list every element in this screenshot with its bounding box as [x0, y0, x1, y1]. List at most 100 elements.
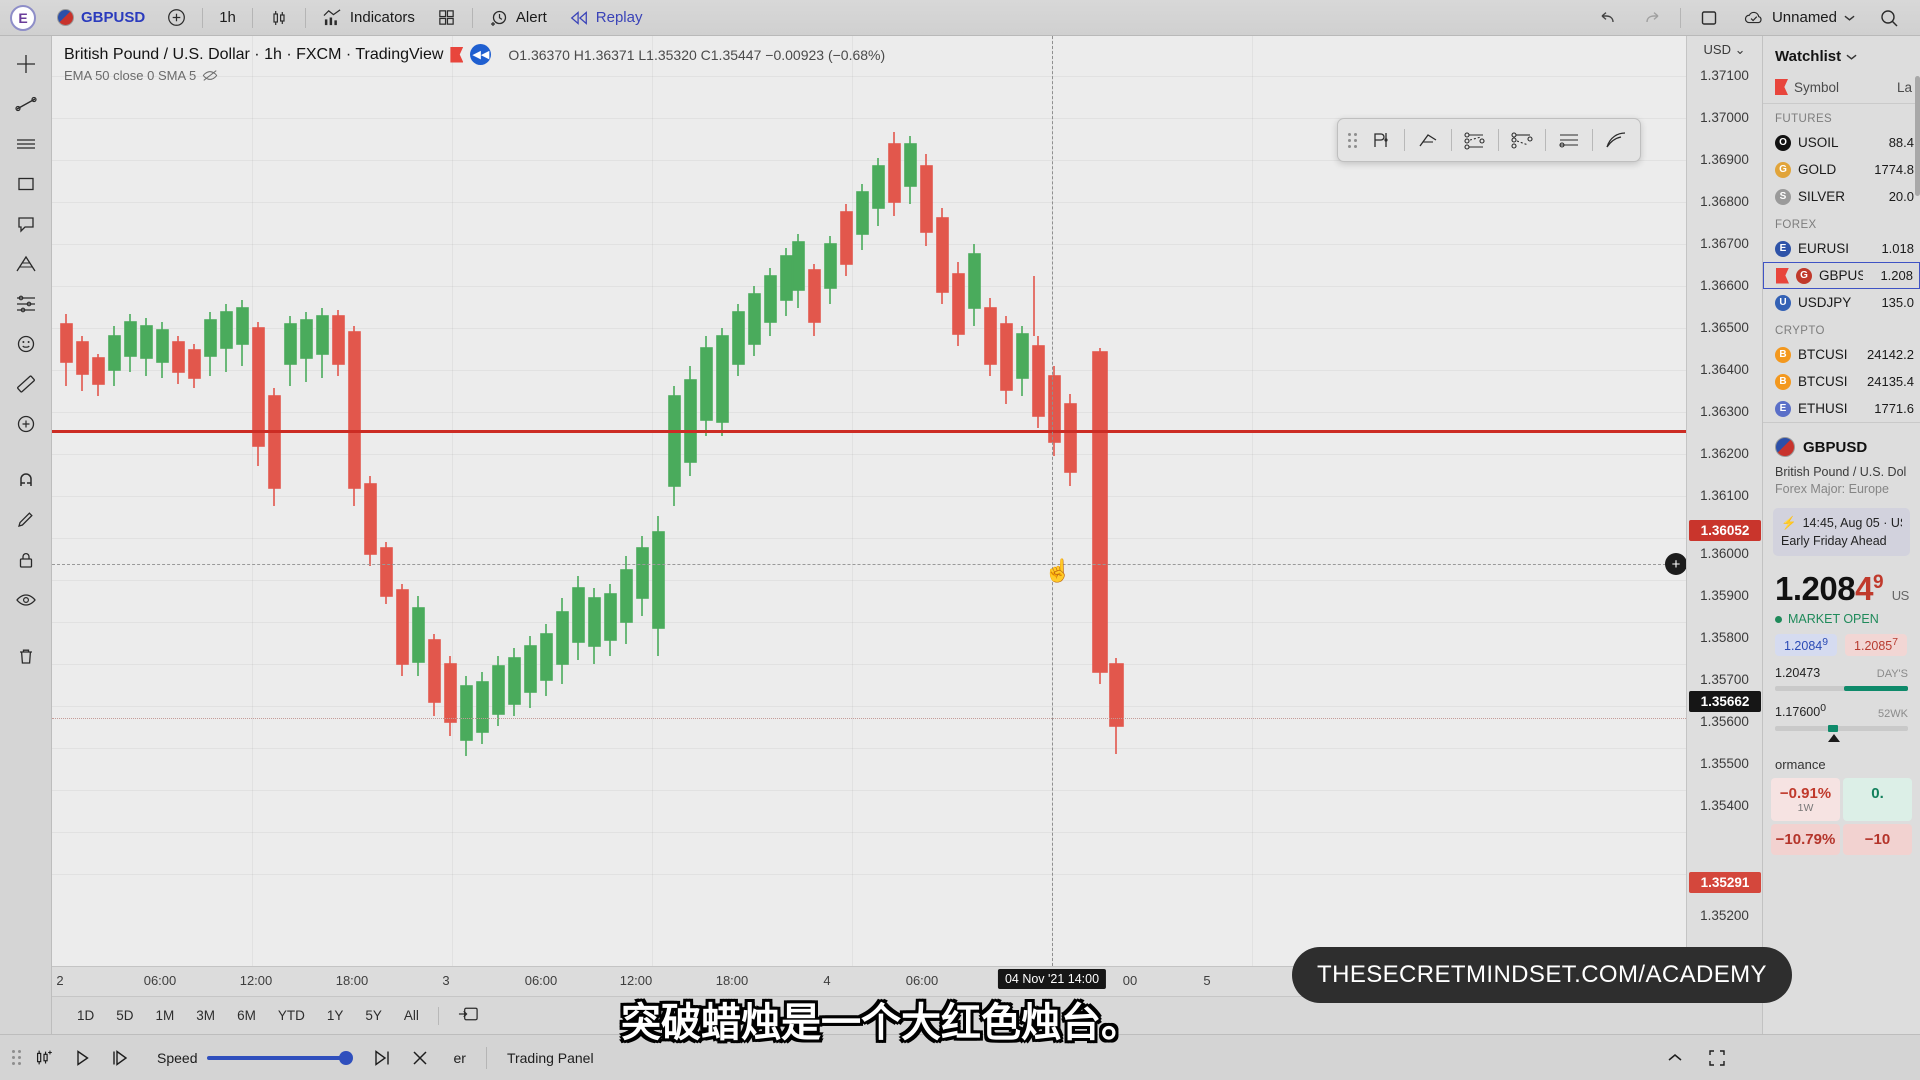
- user-avatar[interactable]: E: [10, 4, 36, 31]
- price-axis[interactable]: USD ⌄ 1.37100 1.37000 1.36900 1.36800 1.…: [1686, 36, 1762, 966]
- close-icon: [413, 1050, 428, 1065]
- cyclic-lines-tool[interactable]: [1551, 123, 1587, 157]
- days-range-bar: [1775, 686, 1908, 692]
- layout-name-button[interactable]: Unnamed: [1732, 3, 1866, 33]
- zoom-tool[interactable]: [6, 406, 46, 442]
- last-price: 88.4: [1888, 135, 1914, 150]
- lock-tool[interactable]: [6, 542, 46, 578]
- interval-button[interactable]: 1h: [208, 3, 247, 33]
- price-axis-currency[interactable]: USD ⌄: [1687, 42, 1762, 58]
- anchored-note-tool[interactable]: [1363, 123, 1399, 157]
- watchlist-title: Watchlist: [1775, 48, 1842, 65]
- perf-cell[interactable]: −0.91% 1W: [1771, 777, 1840, 821]
- last-price: 1.018: [1881, 241, 1914, 256]
- speed-slider-knob[interactable]: [339, 1050, 354, 1065]
- time-label: 00: [1122, 973, 1138, 988]
- remove-drawings-tool[interactable]: [6, 638, 46, 674]
- trailing-tab-label[interactable]: er: [439, 1050, 479, 1066]
- speed-slider[interactable]: [207, 1050, 354, 1065]
- watchlist-row-eurusd[interactable]: E EURUSI 1.018: [1763, 235, 1920, 262]
- hide-drawings-tool[interactable]: [6, 582, 46, 618]
- right-sidebar: Watchlist Symbol La FUTURES O USOIL 88.4…: [1762, 36, 1920, 1034]
- measure-tool[interactable]: [6, 366, 46, 402]
- horizontal-line-tool[interactable]: [6, 126, 46, 162]
- watchlist-row-btcusd-2[interactable]: B BTCUSI 24135.4: [1763, 368, 1920, 395]
- support-resistance-line[interactable]: [52, 430, 1686, 433]
- watchlist-row-usdjpy[interactable]: U USDJPY 135.0: [1763, 289, 1920, 316]
- perf-cell[interactable]: −10: [1843, 823, 1912, 855]
- redo-button[interactable]: [1631, 3, 1673, 33]
- indicators-button[interactable]: Indicators: [311, 3, 426, 33]
- gann-lines-icon: [1464, 132, 1485, 150]
- trend-line-tool[interactable]: [6, 86, 46, 122]
- watchlist-row-usoil[interactable]: O USOIL 88.4: [1763, 129, 1920, 156]
- week-range-marker: [1828, 724, 1839, 732]
- chart-canvas[interactable]: British Pound / U.S. Dollar · 1h · FXCM …: [52, 36, 1686, 966]
- comment-tool[interactable]: [6, 206, 46, 242]
- symbol-search-button[interactable]: GBPUSD: [46, 3, 156, 33]
- pitchfork-tool[interactable]: [1410, 123, 1446, 157]
- toolbar-divider: [1592, 129, 1593, 151]
- sidebar-scrollbar[interactable]: [1915, 76, 1920, 196]
- rectangle-icon: [17, 177, 34, 191]
- drag-handle[interactable]: [1348, 129, 1357, 151]
- drawing-mode-tool[interactable]: [6, 502, 46, 538]
- market-status: MARKET OPEN: [1763, 610, 1920, 634]
- price-label: 1.35800: [1700, 630, 1749, 645]
- watchlist-row-silver[interactable]: S SILVER 20.0: [1763, 183, 1920, 210]
- lightning-icon: ⚡: [1781, 516, 1797, 530]
- watchlist-header[interactable]: Watchlist: [1763, 36, 1920, 75]
- pattern-tool[interactable]: [6, 286, 46, 322]
- replay-button[interactable]: Replay: [558, 3, 654, 33]
- layouts-button[interactable]: [426, 3, 467, 33]
- elliott-wave-icon: [1511, 132, 1533, 149]
- bid-price[interactable]: 1.20849: [1775, 634, 1838, 657]
- symbol-label: GBPUSD: [81, 9, 146, 26]
- time-label: 06:00: [524, 973, 558, 988]
- chart-type-button[interactable]: [258, 3, 300, 33]
- snapshot-button[interactable]: [1688, 3, 1730, 33]
- news-card[interactable]: ⚡ 14:45, Aug 05 · US Early Friday Ahead: [1773, 508, 1910, 557]
- cross-cursor-tool[interactable]: [6, 46, 46, 82]
- rectangle-tool[interactable]: [6, 166, 46, 202]
- trading-panel-tab[interactable]: Trading Panel: [493, 1050, 608, 1066]
- usdjpy-icon: U: [1775, 294, 1791, 311]
- magnet-tool[interactable]: [6, 462, 46, 498]
- search-button[interactable]: [1868, 3, 1910, 33]
- chevron-up-icon: [1668, 1053, 1682, 1061]
- trend-line-icon: [14, 96, 37, 112]
- quote-header[interactable]: GBPUSD: [1763, 433, 1920, 465]
- price-fraction: 4: [1855, 570, 1873, 608]
- perf-cell[interactable]: −10.79%: [1771, 823, 1840, 855]
- fib-tool[interactable]: [6, 246, 46, 282]
- watchlist-row-ethusd[interactable]: E ETHUSI 1771.6: [1763, 395, 1920, 422]
- fullscreen-icon: [1709, 1049, 1725, 1066]
- step-forward-icon: [113, 1049, 128, 1066]
- watchlist-row-gbpusd[interactable]: G GBPUSI 1.208: [1763, 262, 1920, 289]
- comment-balloon-icon: [17, 217, 34, 233]
- flag-icon: [57, 9, 74, 26]
- watchlist-row-gold[interactable]: G GOLD 1774.8: [1763, 156, 1920, 183]
- crosshair-price-tag: 1.35662: [1689, 691, 1761, 712]
- quote-symbol: GBPUSD: [1803, 438, 1868, 456]
- toolbar-divider: [1679, 7, 1681, 28]
- quote-price: 1.20849 US: [1763, 566, 1920, 610]
- watchlist-row-btcusd-1[interactable]: B BTCUSI 24142.2: [1763, 341, 1920, 368]
- emoji-tool[interactable]: [6, 326, 46, 362]
- price-label: 1.36700: [1700, 236, 1749, 251]
- bottom-drag-handle[interactable]: [12, 1047, 21, 1069]
- jump-to-end-icon: [375, 1049, 390, 1066]
- last-price: 1774.8: [1874, 162, 1914, 177]
- undo-button[interactable]: [1587, 3, 1629, 33]
- perf-cell[interactable]: 0.: [1843, 777, 1912, 821]
- add-symbol-button[interactable]: [156, 3, 197, 33]
- add-order-plus-button[interactable]: +: [1665, 553, 1686, 575]
- elliott-wave-tool[interactable]: [1504, 123, 1540, 157]
- gann-tool[interactable]: [1457, 123, 1493, 157]
- pattern-icon: [16, 295, 35, 313]
- alert-button[interactable]: Alert: [478, 3, 558, 33]
- perf-value: −10.79%: [1775, 830, 1836, 848]
- ask-price[interactable]: 1.20857: [1845, 634, 1908, 657]
- price-label: 1.36600: [1700, 278, 1749, 293]
- arc-tool[interactable]: [1598, 123, 1634, 157]
